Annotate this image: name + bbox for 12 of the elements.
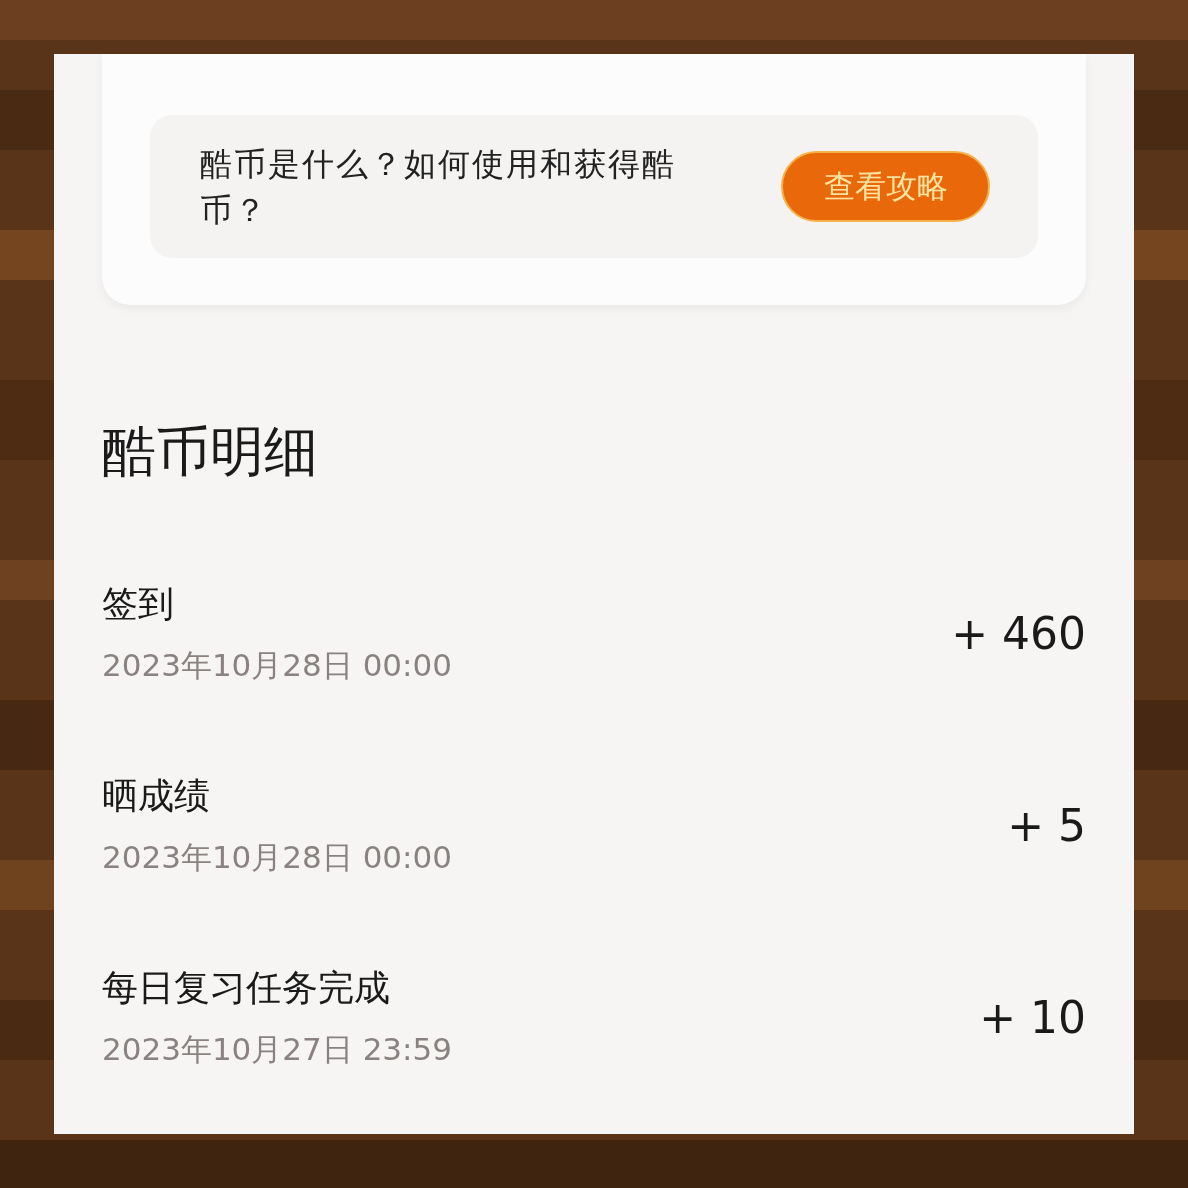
record-amount: + 5	[1007, 799, 1086, 851]
record-amount: + 10	[979, 991, 1086, 1043]
question-text: 酷币是什么？如何使用和获得酷币？	[200, 143, 677, 231]
record-name: 签到	[102, 582, 175, 626]
record-time: 2023年10月28日 00:00	[102, 838, 452, 877]
record-time: 2023年10月27日 23:59	[102, 1030, 452, 1069]
record-time: 2023年10月28日 00:00	[102, 646, 452, 685]
record-name: 晒成绩	[102, 774, 211, 818]
guide-button[interactable]: 查看攻略	[781, 151, 990, 222]
record-amount: + 460	[951, 607, 1086, 659]
section-title: 酷币明细	[102, 419, 319, 485]
record-name: 每日复习任务完成	[102, 966, 391, 1010]
